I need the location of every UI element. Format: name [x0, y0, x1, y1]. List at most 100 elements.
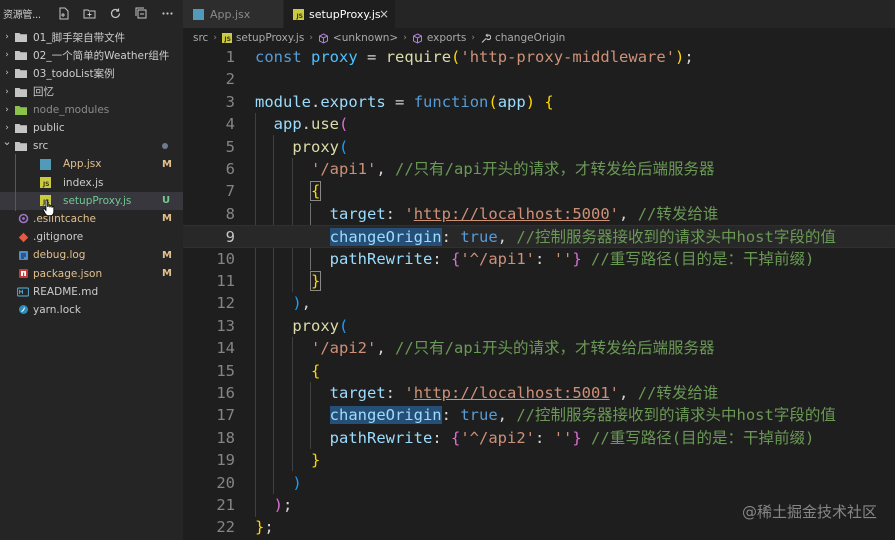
tree-item-label: node_modules [33, 103, 110, 116]
new-file-icon[interactable] [51, 0, 77, 27]
tab-label: App.jsx [210, 7, 251, 21]
breadcrumb-item[interactable]: <unknown> [333, 32, 398, 44]
tree-item[interactable]: debug.log M [0, 246, 183, 264]
code-line[interactable]: 11 } [183, 270, 895, 292]
mouse-cursor-icon [42, 199, 55, 217]
code-token: use [311, 115, 340, 134]
code-editor[interactable]: 1 const proxy = require('http-proxy-middl… [183, 46, 895, 540]
tree-item[interactable]: .eslintcache M [0, 210, 183, 228]
code-line[interactable]: 16 target: 'http://localhost:5001', //转发… [183, 382, 895, 404]
code-line[interactable]: 12 ), [183, 292, 895, 314]
code-text: const proxy = require('http-proxy-middle… [255, 46, 694, 68]
chevron-right-icon: › [309, 33, 313, 43]
chevron-right-icon[interactable]: › [2, 68, 12, 78]
explorer-header: 资源管... [0, 0, 183, 27]
tree-item[interactable]: › 02_一个简单的Weather组件 [0, 46, 183, 64]
tree-item[interactable]: › public [0, 119, 183, 137]
code-token: ( [488, 92, 498, 111]
code-text: target: 'http://localhost:5000', //转发给谁 [255, 203, 719, 225]
line-number: 4 [225, 115, 235, 134]
close-icon[interactable]: × [379, 7, 389, 21]
editor-tab-bar: App.jsx JS setupProxy.js × [183, 0, 895, 28]
tree-item[interactable]: JS index.js [0, 174, 183, 192]
tree-item-label: debug.log [33, 249, 86, 262]
code-token: } [255, 518, 265, 537]
code-line[interactable]: 15 { [183, 360, 895, 382]
line-number: 16 [216, 384, 235, 402]
chevron-right-icon[interactable]: › [2, 123, 12, 133]
code-token: changeOrigin [329, 228, 442, 247]
code-line[interactable]: 3 module.exports = function(app) { [183, 91, 895, 113]
breadcrumb-item[interactable]: changeOrigin [495, 32, 565, 44]
line-number: 6 [225, 160, 235, 178]
more-icon[interactable] [155, 0, 181, 27]
code-token: //只有/api开头的请求，才转发给后端服务器 [395, 160, 715, 178]
code-line[interactable]: 14 '/api2', //只有/api开头的请求，才转发给后端服务器 [183, 337, 895, 359]
tree-item[interactable]: yarn.lock [0, 301, 183, 319]
code-token: : [535, 249, 545, 268]
code-token: proxy [311, 48, 358, 66]
tree-item[interactable]: .gitignore [0, 228, 183, 246]
tree-item[interactable]: JSsetupProxy.jsU [0, 191, 183, 210]
code-line[interactable]: 20 ) [183, 472, 895, 494]
tree-item-label: 03_todoList案例 [33, 67, 115, 80]
code-token: target [329, 204, 386, 223]
code-line[interactable]: 6 '/api1', //只有/api开头的请求，才转发给后端服务器 [183, 158, 895, 180]
code-line[interactable]: 18 pathRewrite: {'^/api2': ''} //重写路径(目的… [183, 427, 895, 449]
breadcrumb-item[interactable]: src [193, 32, 208, 44]
code-text: ); [255, 494, 293, 516]
code-line[interactable]: 19 } [183, 449, 895, 471]
code-token: require [385, 48, 452, 66]
code-line[interactable]: 1 const proxy = require('http-proxy-middl… [183, 46, 895, 68]
chevron-right-icon[interactable]: › [2, 105, 12, 115]
tree-item-label: .gitignore [33, 231, 84, 244]
code-line[interactable]: 7 { [183, 180, 895, 202]
line-number: 13 [216, 316, 235, 335]
tree-item[interactable]: ⌄ src [0, 136, 183, 155]
code-text: changeOrigin: true, //控制服务器接收到的请求头中host字… [255, 404, 836, 426]
tree-item[interactable]: › 03_todoList案例 [0, 64, 183, 82]
code-token: ( [339, 316, 349, 335]
chevron-right-icon[interactable]: › [2, 32, 12, 42]
breadcrumb-item[interactable]: exports [427, 32, 466, 44]
chevron-right-icon[interactable]: › [2, 50, 12, 60]
wrench-icon [480, 33, 491, 44]
breadcrumb: src › JS setupProxy.js › <unknown> › exp… [183, 28, 895, 48]
code-line[interactable]: 10 pathRewrite: {'^/api1': ''} //重写路径(目的… [183, 248, 895, 270]
code-text: proxy( [255, 315, 348, 337]
code-line[interactable]: 9 changeOrigin: true, //控制服务器接收到的请求头中hos… [183, 225, 895, 248]
tree-item-label: 02_一个简单的Weather组件 [33, 49, 170, 62]
tree-item[interactable]: › 01_脚手架自带文件 [0, 28, 183, 46]
line-number: 15 [216, 361, 235, 380]
code-token: ; [283, 496, 293, 514]
code-line[interactable]: 13 proxy( [183, 315, 895, 337]
code-line[interactable]: 4 app.use( [183, 113, 895, 135]
code-line[interactable]: 5 proxy( [183, 136, 895, 158]
tree-item[interactable]: package.json M [0, 264, 183, 282]
code-text: ) [255, 472, 301, 494]
breadcrumb-item[interactable]: setupProxy.js [236, 32, 304, 44]
chevron-down-icon[interactable]: ⌄ [2, 136, 12, 147]
tree-item[interactable]: README.md [0, 283, 183, 301]
tab-setupproxy-js[interactable]: JS setupProxy.js × [284, 0, 395, 28]
tab-app-jsx[interactable]: App.jsx [183, 0, 283, 28]
tree-item[interactable]: › node_modules [0, 101, 183, 119]
collapse-all-icon[interactable] [129, 0, 155, 27]
code-token: //转发给谁 [637, 384, 719, 402]
tree-item[interactable]: App.jsx M [0, 155, 183, 173]
code-token: { [544, 92, 554, 111]
folder-icon [15, 141, 27, 152]
code-token: '^/api2' [460, 428, 535, 447]
refresh-icon[interactable] [103, 0, 129, 27]
chevron-right-icon[interactable]: › [2, 87, 12, 97]
code-token: proxy [292, 316, 339, 335]
git-icon [17, 232, 29, 243]
code-token: = [395, 92, 405, 111]
tree-item[interactable]: › 回忆 [0, 83, 183, 101]
code-line[interactable]: 2 [183, 68, 895, 90]
new-folder-icon[interactable] [77, 0, 103, 27]
tree-indent-guide [15, 154, 16, 211]
code-line[interactable]: 8 target: 'http://localhost:5000', //转发给… [183, 203, 895, 225]
line-number: 1 [225, 48, 235, 66]
code-line[interactable]: 17 changeOrigin: true, //控制服务器接收到的请求头中ho… [183, 404, 895, 426]
